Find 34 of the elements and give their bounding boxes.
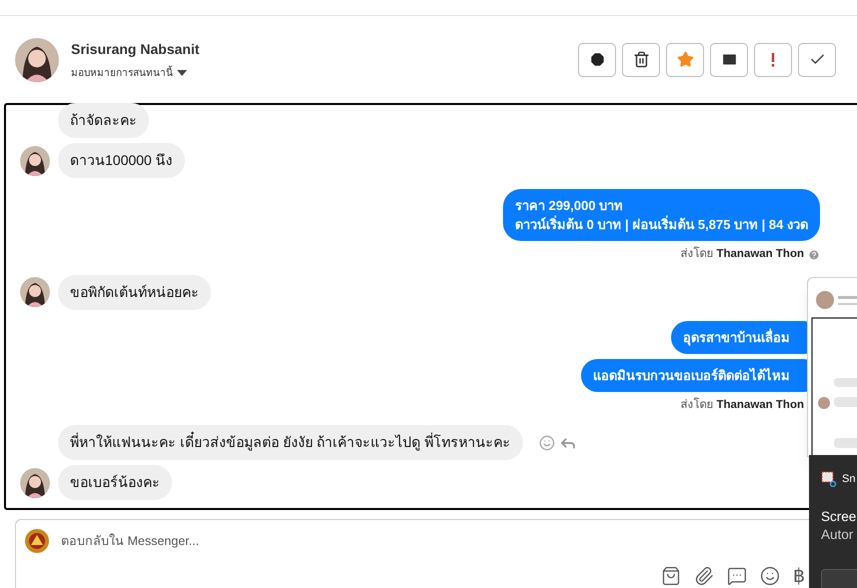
assign-dropdown[interactable]: มอบหมายการสนทนานี้ bbox=[71, 66, 200, 80]
payment-button[interactable]: ฿ bbox=[793, 566, 805, 586]
exclamation-icon bbox=[771, 52, 775, 66]
avatar bbox=[20, 277, 50, 307]
toast-body: Autor bbox=[821, 526, 854, 544]
contact-name: Srisurang Nabsanit bbox=[71, 40, 200, 59]
sent-by-label: ส่งโดย Thanawan Thon bbox=[680, 396, 804, 413]
toast-app-name: Sn bbox=[842, 472, 856, 487]
avatar bbox=[15, 38, 59, 82]
sent-by-label: ส่งโดย Thanawan Thon bbox=[680, 246, 804, 262]
delete-icon bbox=[632, 51, 650, 68]
chat-button[interactable] bbox=[727, 566, 747, 586]
page-logo bbox=[25, 529, 49, 553]
avatar bbox=[20, 468, 50, 498]
alert-octagon-icon bbox=[588, 51, 606, 68]
message-bubble: พี่หาให้แฟนนะคะ เดี๋ยวส่งข้อมูลต่อ ยังงัย ถ้าเค้าจะแวะไปดู พี่โทรหานะคะ bbox=[58, 425, 523, 460]
caret-icon bbox=[177, 70, 187, 76]
unread-button[interactable] bbox=[710, 42, 748, 76]
attach-button[interactable] bbox=[694, 566, 714, 586]
toast-title: Scree bbox=[821, 508, 857, 526]
product-button[interactable] bbox=[661, 566, 681, 586]
reply-input[interactable]: ตอบกลับใน Messenger... bbox=[61, 532, 361, 550]
star-button[interactable] bbox=[666, 42, 704, 76]
scissors-app-icon bbox=[821, 471, 837, 488]
message-bubble: ถ้าจัดละคะ bbox=[58, 103, 149, 138]
emoji-button[interactable] bbox=[760, 566, 780, 586]
message-bubble: ขอเบอร์น้องคะ bbox=[58, 465, 172, 500]
message-bubble: ขอพิกัดเต้นท์หน่อยคะ bbox=[58, 274, 211, 310]
message-bubble: ดาวน100000 นึง bbox=[58, 143, 185, 178]
avatar bbox=[20, 146, 50, 176]
star-icon bbox=[676, 51, 694, 68]
message-bubble: ราคา 299,000 บาท ดาวน์เริ่มต้น 0 บาท | ผ่อนเริ่มต้น 5,875 บาท | 84 งวด bbox=[502, 189, 820, 242]
delete-button[interactable] bbox=[622, 42, 660, 76]
spam-button[interactable] bbox=[578, 42, 616, 76]
